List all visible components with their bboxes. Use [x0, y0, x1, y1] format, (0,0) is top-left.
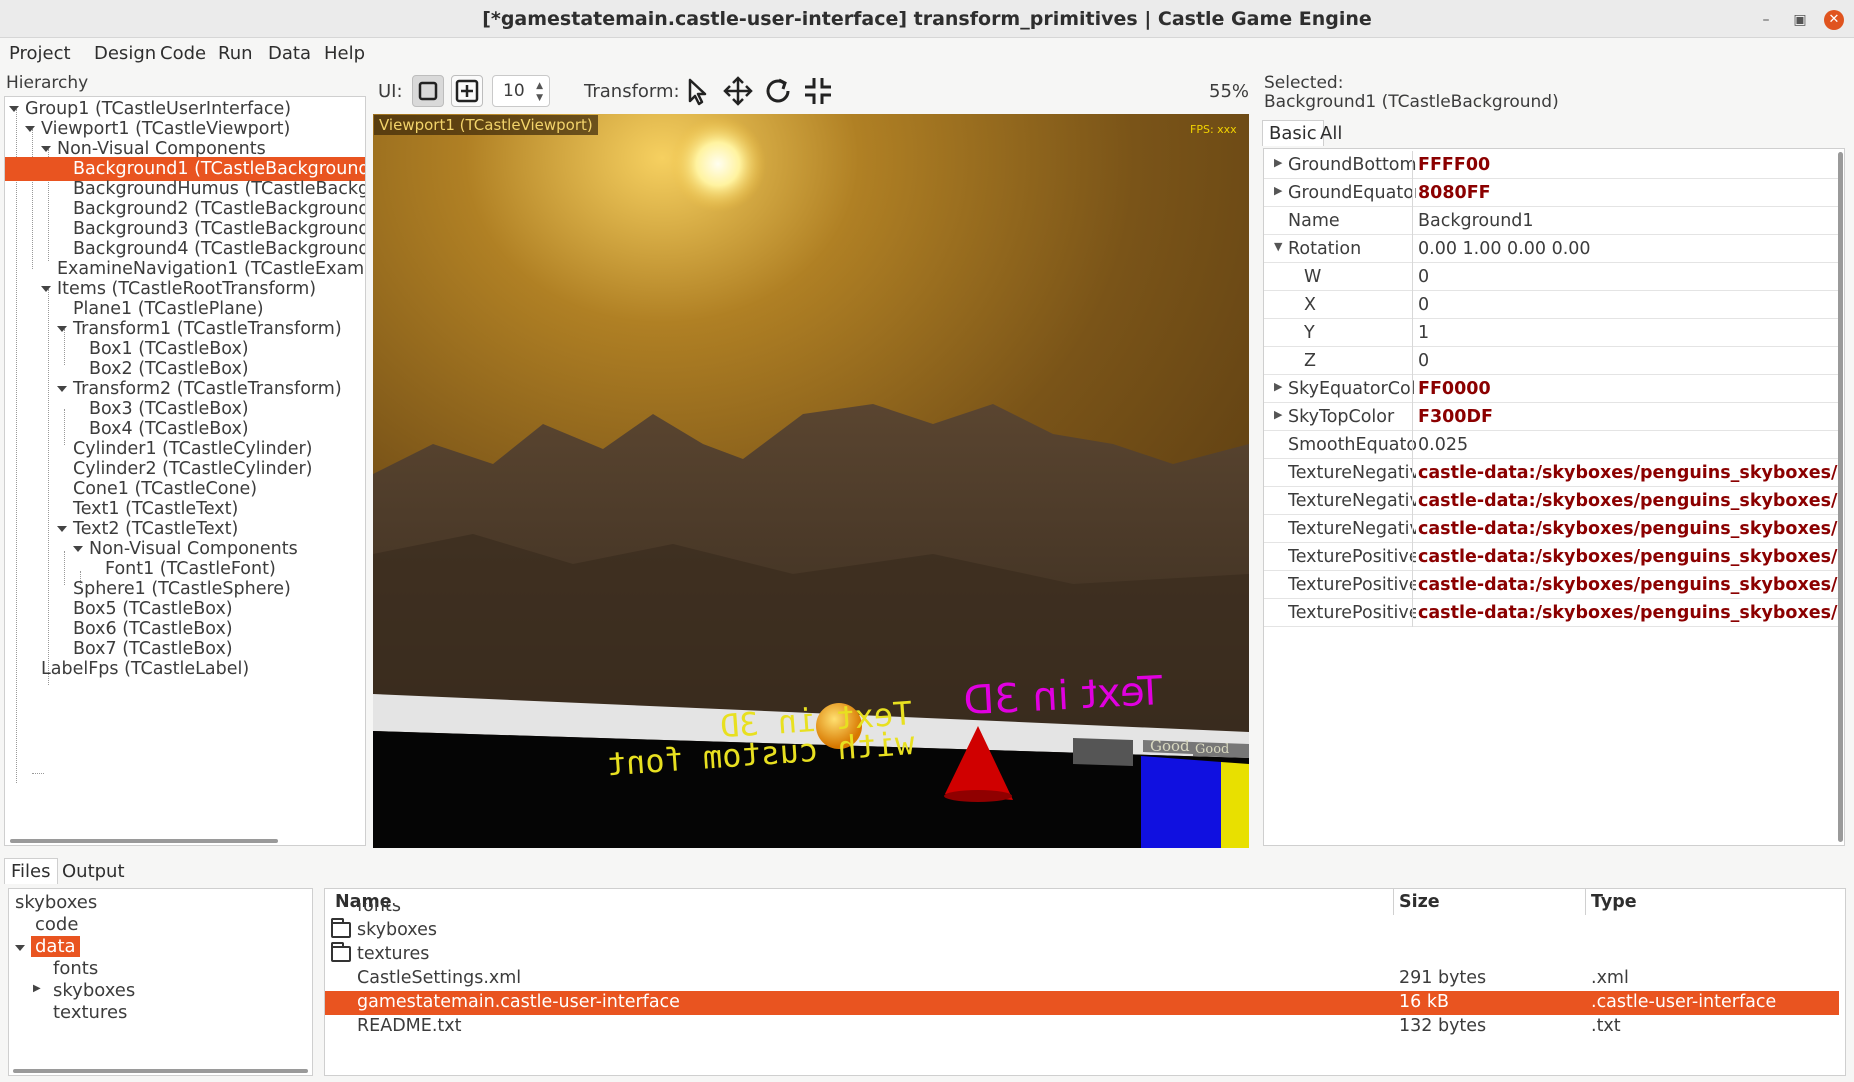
files-tree-scrollbar[interactable] [13, 1069, 308, 1073]
hierarchy-label: Hierarchy [6, 73, 89, 93]
collapse-icon[interactable]: ▼ [1274, 240, 1282, 253]
ui-select-button[interactable] [412, 75, 444, 107]
snap-spinner[interactable]: 10 ▲ ▼ [492, 75, 550, 107]
close-icon[interactable]: ✕ [1824, 10, 1844, 30]
viewport-3d[interactable]: Good Good Text in 3D Text in 3D with cus… [373, 114, 1249, 848]
window-title: [*gamestatemain.castle-user-interface] t… [482, 8, 1372, 30]
prop-row[interactable]: ▼ Rotation 0.00 1.00 0.00 0.00 [1264, 235, 1838, 263]
translate-tool-button[interactable] [722, 75, 754, 107]
folder-icon [331, 942, 351, 962]
chevron-up-icon[interactable]: ▲ [536, 81, 543, 91]
file-row[interactable]: textures [325, 942, 1839, 967]
expand-icon[interactable]: ▶ [1274, 408, 1282, 421]
prop-row[interactable]: Y1 [1264, 319, 1838, 347]
file-row[interactable]: gamestatemain.castle-user-interface 16 kB… [325, 991, 1839, 1015]
select-tool-button[interactable] [682, 75, 714, 107]
prop-row[interactable]: TextureNegativeXcastle-data:/skyboxes/pe… [1264, 459, 1838, 487]
rotate-icon [766, 78, 790, 103]
files-tree-item-skyboxes-root[interactable]: skyboxes [15, 892, 97, 913]
rotate-tool-button[interactable] [762, 75, 794, 107]
expand-icon[interactable]: ▶ [33, 983, 41, 994]
menu-help[interactable]: Help [324, 43, 365, 64]
property-vertical-scrollbar[interactable] [1838, 152, 1843, 842]
viewport-label: Viewport1 (TCastleViewport) [374, 115, 598, 135]
prop-row[interactable]: ▶GroundBottomColorFFFF00 [1264, 151, 1838, 179]
tab-output[interactable]: Output [56, 859, 131, 884]
menu-design[interactable]: Design [94, 43, 156, 64]
move-icon [723, 76, 753, 106]
file-row-partial[interactable]: fonts [325, 903, 1839, 917]
tab-files[interactable]: Files [4, 858, 58, 884]
chevron-down-icon[interactable]: ▼ [536, 93, 543, 103]
expand-icon[interactable] [15, 945, 25, 951]
prop-row[interactable]: W0 [1264, 263, 1838, 291]
menu-run[interactable]: Run [218, 43, 253, 64]
prop-row[interactable]: ▶GroundEquatorColor8080FF [1264, 179, 1838, 207]
transform-label: Transform: [584, 81, 680, 102]
ui-label: UI: [378, 81, 403, 102]
ui-add-button[interactable] [451, 75, 483, 107]
viewport-scene: Good Good Text in 3D Text in 3D with cus… [373, 114, 1249, 848]
file-row[interactable]: skyboxes [325, 918, 1839, 943]
prop-row[interactable]: SmoothEquator 0.025 [1264, 431, 1838, 459]
expand-icon[interactable]: ▶ [1274, 156, 1282, 169]
menu-data[interactable]: Data [268, 43, 311, 64]
fps-label: FPS: xxx [1190, 123, 1237, 136]
files-tree-item-code[interactable]: code [35, 914, 78, 935]
tab-all[interactable]: All [1314, 121, 1348, 146]
files-tree-item-data[interactable]: data [31, 936, 80, 957]
menu-project[interactable]: Project [9, 43, 71, 64]
scale-tool-button[interactable] [802, 75, 834, 107]
menu-bar: Project Design Code Run Data Help [0, 38, 1854, 70]
prop-row[interactable]: TexturePositiveXcastle-data:/skyboxes/pe… [1264, 543, 1838, 571]
viewport-sign-label: Good [1150, 737, 1190, 755]
expand-icon[interactable]: ▶ [1274, 380, 1282, 393]
files-tree-item-skyboxes[interactable]: skyboxes [53, 980, 135, 1001]
file-row[interactable]: README.txt 132 bytes .txt [325, 1015, 1839, 1039]
prop-row[interactable]: TexturePositiveY castle-data:/skyboxes/pe… [1264, 571, 1838, 599]
title-bar: [*gamestatemain.castle-user-interface] t… [0, 0, 1854, 38]
prop-row[interactable]: Z0 [1264, 347, 1838, 375]
maximize-icon[interactable]: ▣ [1790, 10, 1810, 30]
expand-icon[interactable]: ▶ [1274, 184, 1282, 197]
hierarchy-tree[interactable]: Group1 (TCastleUserInterface) Viewport1 … [4, 96, 366, 846]
tree-item-labelfps[interactable]: LabelFps (TCastleLabel) [5, 657, 249, 681]
property-grid[interactable]: ▶GroundBottomColorFFFF00 ▶GroundEquatorC… [1263, 148, 1845, 846]
menu-code[interactable]: Code [160, 43, 206, 64]
plus-square-icon [455, 79, 479, 103]
prop-row[interactable]: Name Background1 [1264, 207, 1838, 235]
prop-row[interactable]: TextureNegativeZcastle-data:/skyboxes/pe… [1264, 515, 1838, 543]
square-icon [418, 81, 438, 101]
viewport-sign-label-2: Good [1195, 742, 1229, 757]
files-tree[interactable]: skyboxes code data fonts ▶ skyboxes text… [8, 888, 313, 1076]
files-tree-item-textures[interactable]: textures [53, 1002, 127, 1023]
prop-row[interactable]: TexturePositiveZcastle-data:/skyboxes/pe… [1264, 599, 1838, 627]
selected-value: Background1 (TCastleBackground) [1264, 92, 1559, 112]
scale-icon [805, 78, 831, 104]
tree-guide [32, 773, 44, 774]
zoom-level: 55% [1209, 81, 1250, 102]
files-list[interactable]: Name Size Type fonts skyboxes textures C… [324, 888, 1846, 1076]
snap-value: 10 [503, 81, 525, 101]
file-row[interactable]: CastleSettings.xml 291 bytes .xml [325, 967, 1839, 991]
prop-row[interactable]: ▶SkyEquatorColorFF0000 [1264, 375, 1838, 403]
prop-row[interactable]: ▶ SkyTopColor F300DF [1264, 403, 1838, 431]
prop-row[interactable]: TextureNegativeYcastle-data:/skyboxes/pe… [1264, 487, 1838, 515]
prop-row[interactable]: X0 [1264, 291, 1838, 319]
minimize-icon[interactable]: – [1756, 10, 1776, 30]
selected-label: Selected: [1264, 73, 1344, 93]
files-tree-item-fonts[interactable]: fonts [53, 958, 98, 979]
folder-icon [331, 918, 351, 938]
hierarchy-horizontal-scrollbar[interactable] [10, 839, 278, 843]
cursor-icon [688, 78, 707, 106]
